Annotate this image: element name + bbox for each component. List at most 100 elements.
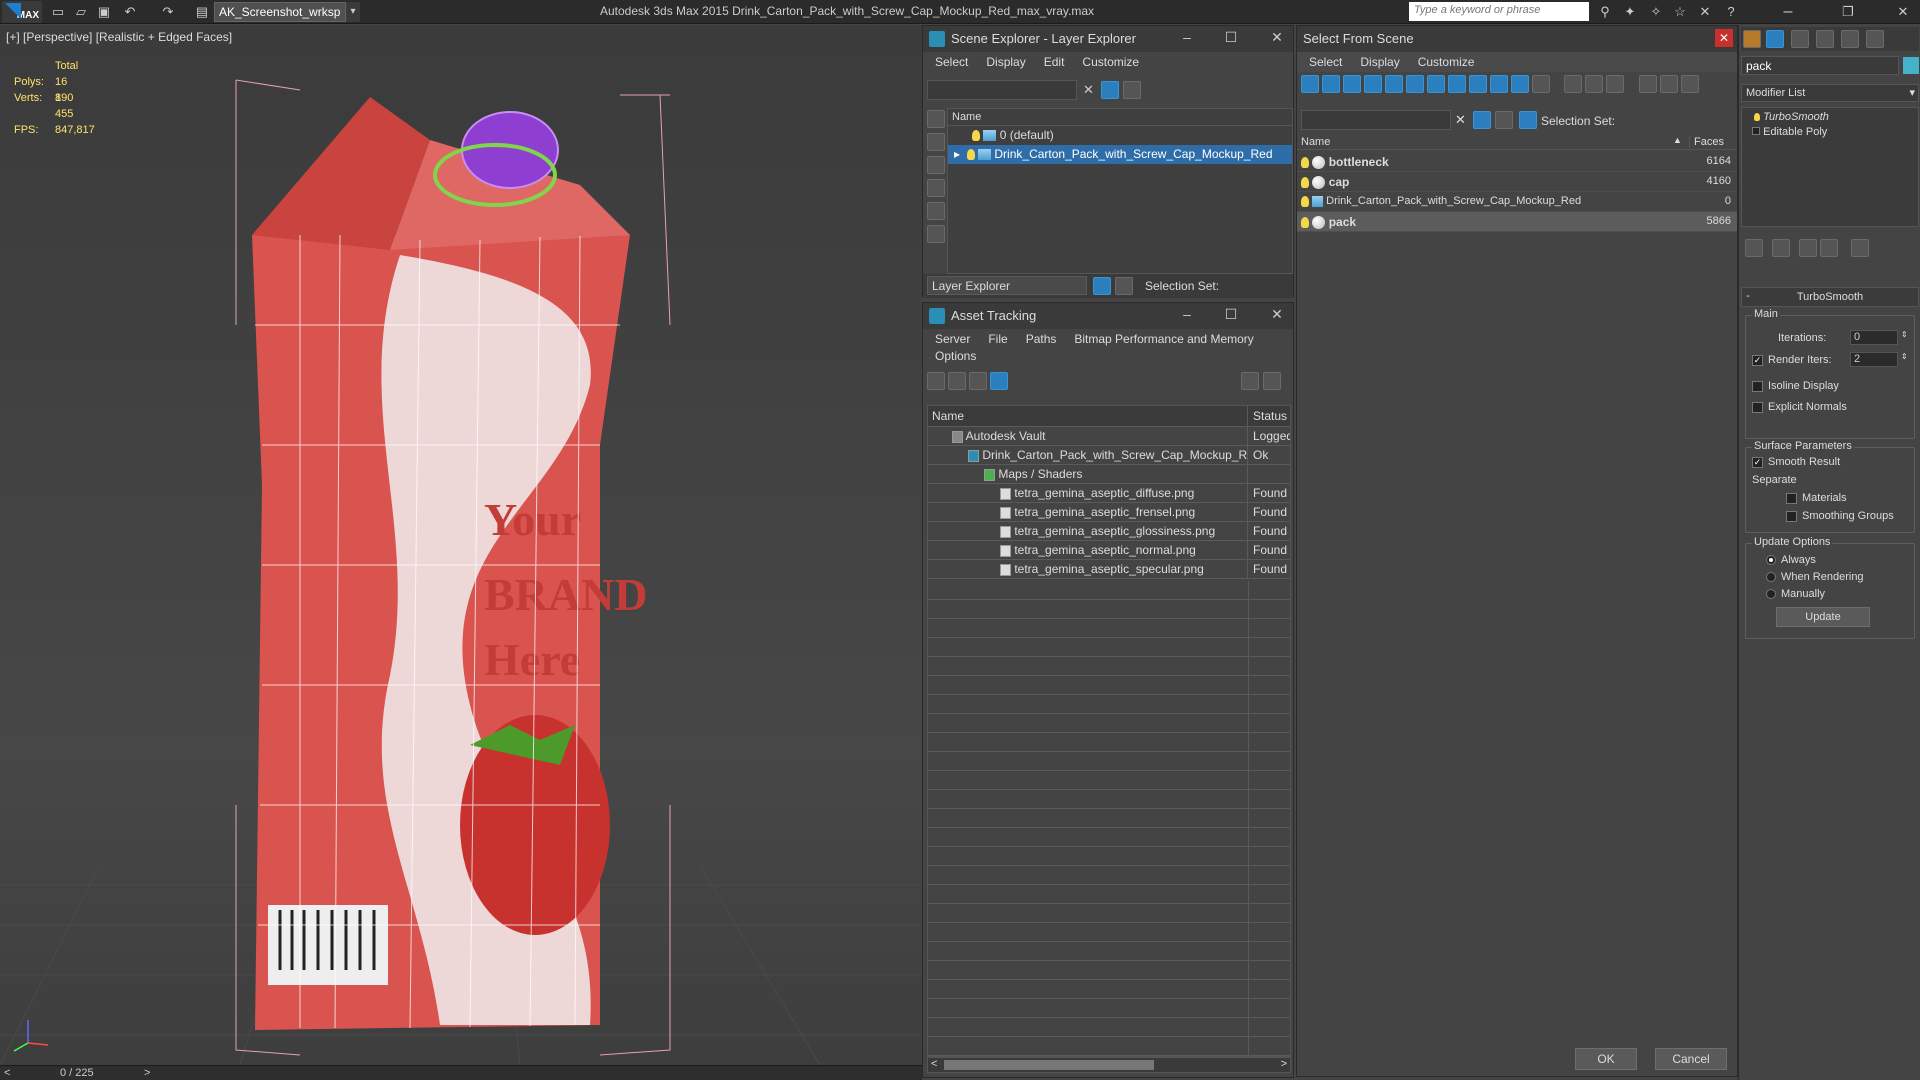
sort-ascending-icon[interactable]: ▲ [1673, 135, 1682, 145]
minimize-icon[interactable]: – [1173, 306, 1201, 322]
menu-customize[interactable]: Customize [1418, 55, 1475, 69]
explicit-normals-checkbox[interactable] [1752, 401, 1763, 413]
perspective-viewport[interactable]: [+] [Perspective] [Realistic + Edged Fac… [0, 25, 922, 1065]
settings-icon[interactable] [1263, 372, 1281, 390]
binoculars-icon[interactable]: ⚲ [1597, 4, 1613, 20]
col-name-header[interactable]: Name [928, 406, 1248, 426]
project-folder-icon[interactable]: ▤ [194, 4, 210, 20]
close-icon[interactable]: ✕ [1715, 29, 1733, 47]
select-invert-icon[interactable] [1606, 75, 1625, 93]
visibility-bulb-icon[interactable] [1301, 177, 1309, 189]
collapse-icon[interactable]: - [1746, 290, 1750, 302]
display-lights-icon[interactable] [927, 179, 945, 197]
asset-row[interactable]: tetra_gemina_aseptic_normal.png Found [928, 541, 1290, 560]
filter-icon[interactable] [1473, 111, 1491, 129]
time-slider[interactable]: < 0 / 225 > [0, 1065, 922, 1080]
help-icon[interactable] [1241, 372, 1259, 390]
isoline-checkbox[interactable] [1752, 380, 1763, 392]
chevron-down-icon[interactable]: ▾ [1909, 86, 1915, 99]
menu-server[interactable]: Server [935, 332, 970, 346]
close-icon[interactable]: ✕ [1263, 306, 1291, 323]
explorer-type-dropdown[interactable]: Layer Explorer [927, 276, 1087, 295]
expand-box-icon[interactable] [1752, 127, 1760, 135]
object-row[interactable]: cap 4160 [1297, 172, 1737, 192]
smoothing-groups-checkbox[interactable] [1786, 510, 1797, 522]
display-all-icon[interactable] [1532, 75, 1550, 93]
search-input[interactable]: Type a keyword or phrase [1409, 2, 1589, 21]
stack-item-editable-poly[interactable]: Editable Poly [1742, 124, 1918, 140]
restore-icon[interactable]: ❐ [1840, 4, 1856, 20]
new-file-icon[interactable]: ▭ [50, 4, 66, 20]
hierarchy-tab-icon[interactable] [1791, 30, 1809, 48]
display-frozen-icon[interactable] [1511, 75, 1529, 93]
visibility-bulb-icon[interactable] [1301, 157, 1309, 169]
workspace-chevron-down-icon[interactable]: ▾ [346, 2, 360, 22]
menu-select[interactable]: Select [935, 55, 968, 69]
display-objects-icon[interactable] [927, 110, 945, 128]
tools-icon[interactable]: ✦ [1622, 4, 1638, 20]
turbosmooth-rollout-header[interactable]: - TurboSmooth [1741, 287, 1919, 307]
display-cameras-icon[interactable] [927, 202, 945, 220]
layer-row-selected[interactable]: ▸ Drink_Carton_Pack_with_Screw_Cap_Mocku… [948, 145, 1292, 164]
update-button[interactable]: Update [1776, 607, 1870, 627]
asset-row[interactable]: Drink_Carton_Pack_with_Screw_Cap_Mockup_… [928, 446, 1290, 465]
display-helpers-icon[interactable] [927, 225, 945, 243]
collapse-icon[interactable] [1680, 75, 1699, 93]
restore-icon[interactable]: ☐ [1217, 29, 1245, 46]
object-color-swatch[interactable] [1903, 57, 1919, 74]
create-tab-icon[interactable] [1743, 30, 1761, 48]
display-cameras-icon[interactable] [1364, 75, 1382, 93]
app-logo[interactable]: MAX [2, 1, 42, 23]
menu-file[interactable]: File [988, 332, 1007, 346]
filter-icon[interactable] [1638, 75, 1657, 93]
col-faces-header[interactable]: Faces [1689, 136, 1724, 148]
close-icon[interactable]: ✕ [1895, 4, 1911, 20]
render-iters-checkbox[interactable]: ✓ [1752, 354, 1763, 366]
hierarchy-icon[interactable] [1519, 111, 1537, 129]
exchange-icon[interactable]: ✕ [1697, 4, 1713, 20]
close-icon[interactable]: ✕ [1263, 29, 1291, 46]
asset-tracking-titlebar[interactable]: Asset Tracking – ☐ ✕ [923, 303, 1293, 329]
object-name-field[interactable]: pack [1741, 56, 1899, 75]
when-rendering-radio[interactable] [1766, 572, 1776, 583]
hierarchy-icon[interactable] [1115, 277, 1133, 295]
object-row[interactable]: bottleneck 6164 [1297, 152, 1737, 172]
clear-icon[interactable]: ✕ [1083, 82, 1094, 98]
menu-bitmap-performance[interactable]: Bitmap Performance and Memory [1074, 332, 1253, 346]
layer-explorer-icon[interactable] [1093, 277, 1111, 295]
workspace-dropdown[interactable]: AK_Screenshot_wrksp [214, 2, 346, 22]
display-groups-icon[interactable] [1427, 75, 1445, 93]
utilities-tab-icon[interactable] [1866, 30, 1884, 48]
menu-edit[interactable]: Edit [1044, 55, 1065, 69]
layer-row[interactable]: 0 (default) [948, 126, 1292, 145]
modifier-bulb-icon[interactable] [1754, 113, 1760, 122]
scroll-left-icon[interactable]: < [931, 1058, 937, 1070]
expand-chevron-icon[interactable]: ▸ [954, 147, 960, 161]
object-row-selected[interactable]: pack 5866 [1297, 212, 1737, 232]
menu-paths[interactable]: Paths [1026, 332, 1057, 346]
motion-tab-icon[interactable] [1816, 30, 1834, 48]
col-status-header[interactable]: Status [1249, 406, 1287, 423]
display-xrefs-icon[interactable] [1448, 75, 1466, 93]
display-bones-icon[interactable] [1469, 75, 1487, 93]
visibility-bulb-icon[interactable] [966, 149, 975, 161]
object-row[interactable]: Drink_Carton_Pack_with_Screw_Cap_Mockup_… [1297, 192, 1737, 212]
select-from-scene-titlebar[interactable]: Select From Scene ✕ [1297, 26, 1737, 52]
redo-icon[interactable]: ↷ [160, 4, 176, 20]
show-end-result-icon[interactable] [1772, 239, 1790, 257]
visibility-bulb-icon[interactable] [972, 130, 980, 142]
spinner-arrows-icon[interactable]: ⇕ [1901, 352, 1908, 361]
pin-stack-icon[interactable] [1745, 239, 1763, 257]
display-containers-icon[interactable] [1490, 75, 1508, 93]
sort-icon[interactable] [1659, 75, 1678, 93]
configure-sets-icon[interactable] [1851, 239, 1869, 257]
time-next-icon[interactable]: > [144, 1067, 150, 1079]
save-icon[interactable]: ▣ [96, 4, 112, 20]
minimize-icon[interactable]: – [1173, 29, 1201, 45]
render-iters-spinner[interactable]: 2 [1850, 352, 1898, 367]
satellite-icon[interactable]: ✧ [1648, 4, 1664, 20]
list-view-icon[interactable] [948, 372, 966, 390]
time-prev-icon[interactable]: < [4, 1067, 10, 1079]
display-helpers-icon[interactable] [1385, 75, 1403, 93]
column-name-header[interactable]: Name [948, 109, 1292, 126]
